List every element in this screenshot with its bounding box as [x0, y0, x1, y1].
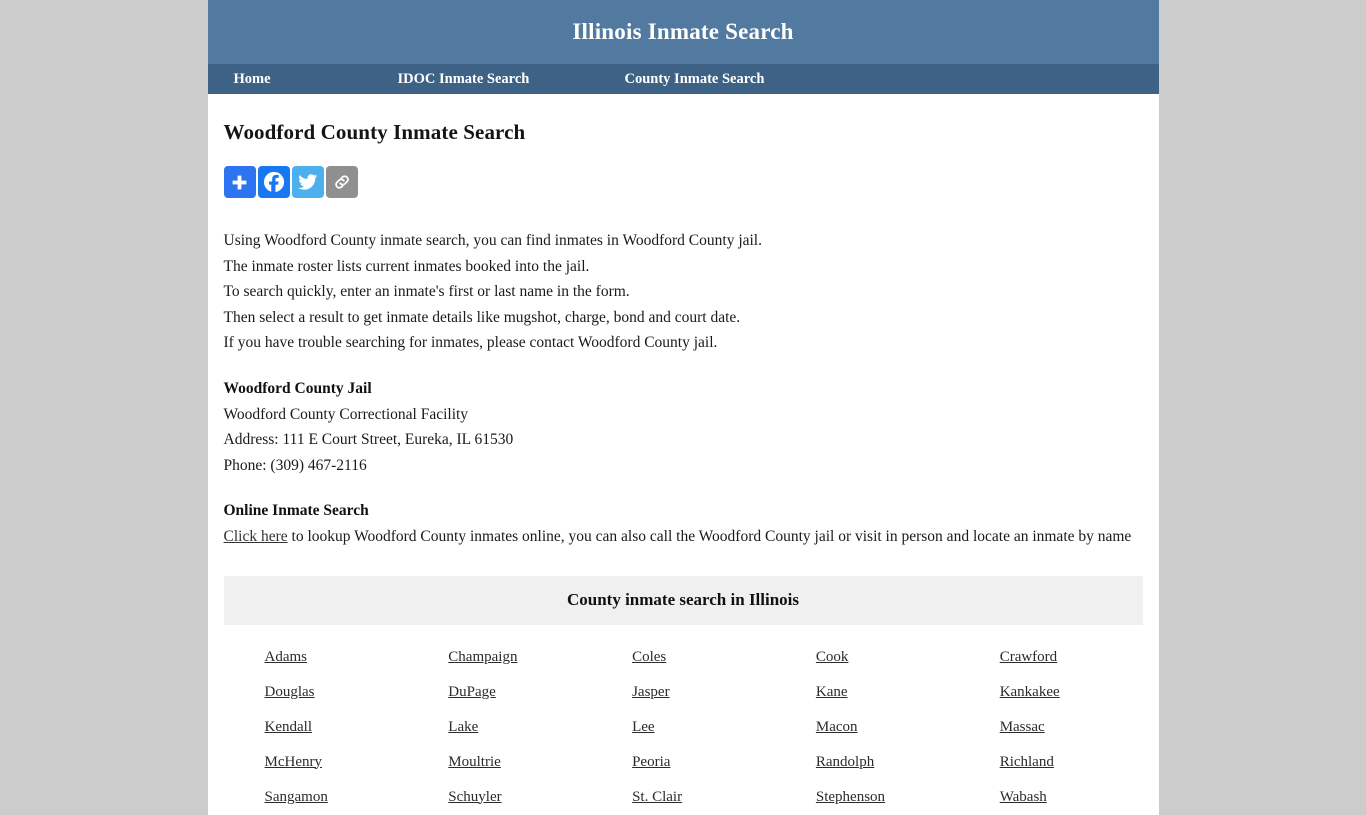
nav-item-idoc-inmate-search[interactable]: IDOC Inmate Search — [398, 71, 625, 88]
table-row: Adams Champaign Coles Cook Crawford — [224, 625, 1143, 675]
main-navigation: Home IDOC Inmate Search County Inmate Se… — [207, 64, 1159, 94]
county-link-kankakee[interactable]: Kankakee — [1000, 684, 1060, 700]
county-link-richland[interactable]: Richland — [1000, 754, 1054, 770]
table-cell: Lake — [407, 710, 591, 745]
county-link-mchenry[interactable]: McHenry — [265, 754, 322, 770]
share-facebook-button[interactable] — [257, 166, 290, 198]
table-cell: Champaign — [407, 625, 591, 675]
table-cell: DuPage — [407, 675, 591, 710]
county-link-stephenson[interactable]: Stephenson — [816, 789, 885, 805]
table-cell: Kane — [775, 675, 959, 710]
table-cell: McHenry — [224, 745, 408, 780]
table-row: Sangamon Schuyler St. Clair Stephenson W… — [224, 780, 1143, 815]
main-content: Woodford County Inmate Search Using Wood… — [208, 120, 1159, 815]
county-inmate-search-table: County inmate search in Illinois Adams C… — [223, 575, 1143, 815]
table-row: McHenry Moultrie Peoria Randolph Richlan… — [224, 745, 1143, 780]
county-link-crawford[interactable]: Crawford — [1000, 649, 1057, 665]
county-link-macon[interactable]: Macon — [816, 719, 858, 735]
page-title: Woodford County Inmate Search — [223, 120, 526, 144]
online-search-body: to lookup Woodford County inmates online… — [287, 527, 1132, 545]
county-link-jasper[interactable]: Jasper — [632, 684, 670, 700]
click-here-link[interactable]: Click here — [224, 528, 288, 545]
online-search-heading: Online Inmate Search — [223, 502, 369, 520]
nav-item-county-inmate-search[interactable]: County Inmate Search — [625, 71, 765, 88]
table-cell: St. Clair — [591, 780, 775, 815]
county-link-peoria[interactable]: Peoria — [632, 754, 670, 770]
table-cell: Jasper — [591, 675, 775, 710]
table-cell: Wabash — [959, 780, 1143, 815]
table-cell: Moultrie — [407, 745, 591, 780]
table-cell: Richland — [959, 745, 1143, 780]
plus-icon — [230, 173, 249, 192]
table-row: Douglas DuPage Jasper Kane Kankakee — [224, 675, 1143, 710]
table-cell: Sangamon — [224, 780, 408, 815]
county-link-massac[interactable]: Massac — [1000, 719, 1045, 735]
county-link-cook[interactable]: Cook — [816, 649, 849, 665]
county-link-lee[interactable]: Lee — [632, 719, 654, 735]
table-cell: Stephenson — [775, 780, 959, 815]
county-link-kendall[interactable]: Kendall — [265, 719, 312, 735]
county-link-dupage[interactable]: DuPage — [448, 684, 496, 700]
table-cell: Randolph — [775, 745, 959, 780]
twitter-icon — [297, 172, 318, 192]
county-link-schuyler[interactable]: Schuyler — [448, 789, 501, 805]
intro-line: If you have trouble searching for inmate… — [223, 334, 718, 352]
table-cell: Schuyler — [407, 780, 591, 815]
county-link-st-clair[interactable]: St. Clair — [632, 789, 682, 805]
table-cell: Kendall — [224, 710, 408, 745]
jail-phone: Phone: (309) 467-2116 — [223, 456, 367, 474]
share-addthis-button[interactable] — [223, 166, 256, 198]
share-copy-link-button[interactable] — [325, 166, 358, 198]
intro-line: The inmate roster lists current inmates … — [223, 257, 590, 275]
jail-address: Address: 111 E Court Street, Eureka, IL … — [223, 431, 514, 449]
intro-line: Using Woodford County inmate search, you… — [223, 232, 763, 249]
table-cell: Cook — [775, 625, 959, 675]
link-icon — [332, 172, 352, 192]
site-title: Illinois Inmate Search — [572, 19, 794, 44]
intro-line: To search quickly, enter an inmate's fir… — [223, 283, 630, 301]
table-cell: Douglas — [224, 675, 408, 710]
county-link-moultrie[interactable]: Moultrie — [448, 754, 501, 770]
table-cell: Adams — [224, 625, 408, 675]
county-link-kane[interactable]: Kane — [816, 684, 848, 700]
table-cell: Peoria — [591, 745, 775, 780]
table-cell: Lee — [591, 710, 775, 745]
online-search-paragraph: Click here to lookup Woodford County inm… — [224, 524, 1143, 550]
county-link-randolph[interactable]: Randolph — [816, 754, 874, 770]
table-cell: Macon — [775, 710, 959, 745]
county-link-sangamon[interactable]: Sangamon — [265, 789, 328, 805]
county-link-lake[interactable]: Lake — [448, 719, 478, 735]
jail-facility: Woodford County Correctional Facility — [223, 405, 469, 423]
share-buttons — [223, 166, 1143, 198]
county-table-caption: County inmate search in Illinois — [223, 575, 1143, 625]
jail-heading: Woodford County Jail — [223, 379, 372, 397]
nav-item-home[interactable]: Home — [234, 71, 398, 88]
county-link-champaign[interactable]: Champaign — [448, 649, 517, 665]
intro-line: Then select a result to get inmate detai… — [223, 308, 741, 326]
table-cell: Massac — [959, 710, 1143, 745]
table-row: Kendall Lake Lee Macon Massac — [224, 710, 1143, 745]
facebook-icon — [263, 171, 285, 193]
share-twitter-button[interactable] — [291, 166, 324, 198]
table-cell: Coles — [591, 625, 775, 675]
county-link-douglas[interactable]: Douglas — [265, 684, 315, 700]
county-link-adams[interactable]: Adams — [265, 649, 308, 665]
site-header: Illinois Inmate Search — [207, 0, 1159, 64]
intro-text: Using Woodford County inmate search, you… — [224, 228, 1143, 356]
page-container: Illinois Inmate Search Home IDOC Inmate … — [207, 0, 1159, 815]
county-link-coles[interactable]: Coles — [632, 649, 666, 665]
county-link-wabash[interactable]: Wabash — [1000, 789, 1047, 805]
county-table-body: Adams Champaign Coles Cook Crawford Doug… — [224, 625, 1143, 815]
table-cell: Kankakee — [959, 675, 1143, 710]
table-cell: Crawford — [959, 625, 1143, 675]
